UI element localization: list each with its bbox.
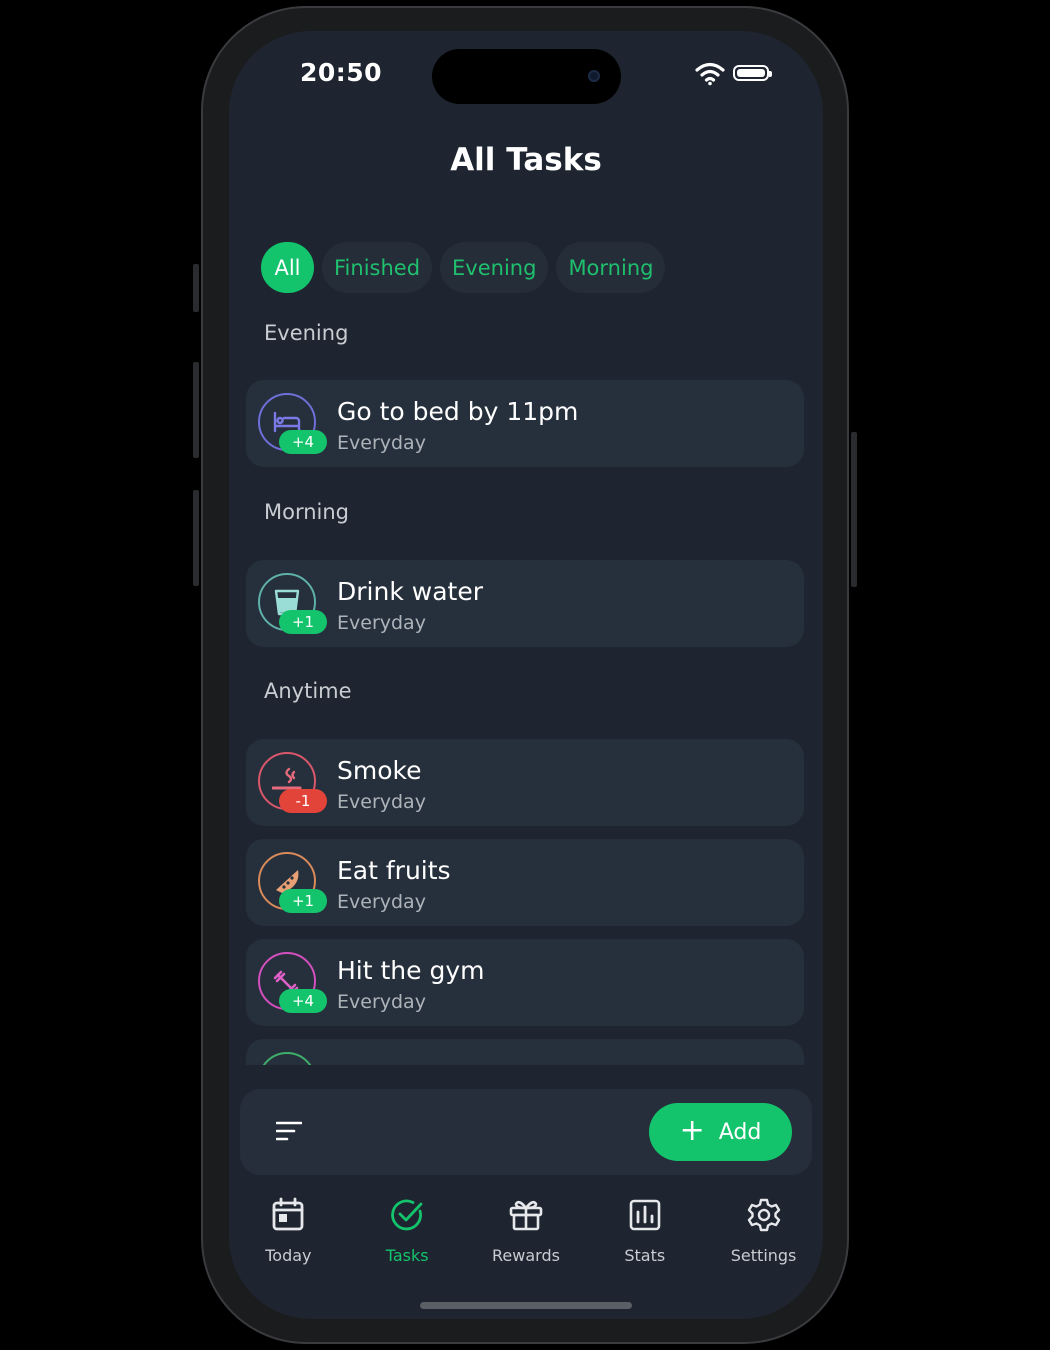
bottom-toolbar: + Add <box>240 1089 812 1175</box>
task-frequency: Everyday <box>337 991 426 1013</box>
points-badge: -1 <box>279 789 327 813</box>
add-task-button[interactable]: + Add <box>649 1103 792 1161</box>
task-card-hit-the-gym[interactable]: +4 Hit the gym Everyday <box>246 939 804 1026</box>
task-name: Go to bed by 11pm <box>337 397 579 426</box>
task-card-go-to-bed[interactable]: +4 Go to bed by 11pm Everyday <box>246 380 804 467</box>
section-evening: Evening <box>264 321 349 345</box>
points-badge: +4 <box>279 430 327 454</box>
home-indicator[interactable] <box>420 1302 632 1309</box>
section-morning: Morning <box>264 500 350 524</box>
add-button-label: Add <box>718 1119 762 1145</box>
nav-label: Tasks <box>385 1246 429 1265</box>
points-badge: +4 <box>279 989 327 1013</box>
points-badge: +1 <box>279 610 327 634</box>
task-card-partial[interactable] <box>246 1039 804 1065</box>
task-frequency: Everyday <box>337 891 426 913</box>
points-badge: +1 <box>279 889 327 913</box>
task-card-drink-water[interactable]: +1 Drink water Everyday <box>246 560 804 647</box>
task-frequency: Everyday <box>337 432 426 454</box>
nav-label: Settings <box>730 1246 797 1265</box>
task-name: Smoke <box>337 756 422 785</box>
bottom-navigation: Today Tasks Rewards Stats Settings <box>229 1194 823 1274</box>
section-anytime: Anytime <box>264 679 352 703</box>
task-icon-ring <box>258 1052 316 1065</box>
nav-label: Rewards <box>492 1246 560 1265</box>
app-screen: 20:50 All Tasks All Finished Evening Mor… <box>229 31 823 1319</box>
check-circle-icon <box>391 1199 423 1231</box>
nav-item-stats[interactable]: Stats <box>585 1194 704 1274</box>
task-list[interactable]: Evening +4 Go to bed by 11pm Everyday Mo… <box>229 31 823 1065</box>
nav-label: Stats <box>624 1246 666 1265</box>
task-card-smoke[interactable]: -1 Smoke Everyday <box>246 739 804 826</box>
gift-icon <box>509 1200 543 1231</box>
side-button <box>193 264 199 312</box>
sort-icon[interactable] <box>276 1120 302 1142</box>
nav-item-settings[interactable]: Settings <box>704 1194 823 1274</box>
nav-item-rewards[interactable]: Rewards <box>467 1194 586 1274</box>
nav-item-today[interactable]: Today <box>229 1194 348 1274</box>
calendar-icon <box>272 1197 304 1231</box>
side-button <box>193 490 199 586</box>
task-name: Hit the gym <box>337 956 485 985</box>
gear-icon <box>747 1198 780 1232</box>
side-button <box>851 432 857 587</box>
task-frequency: Everyday <box>337 612 426 634</box>
task-frequency: Everyday <box>337 791 426 813</box>
nav-label: Today <box>265 1246 312 1265</box>
task-name: Eat fruits <box>337 856 451 885</box>
task-name: Drink water <box>337 577 483 606</box>
chart-icon <box>629 1199 661 1231</box>
task-card-eat-fruits[interactable]: +1 Eat fruits Everyday <box>246 839 804 926</box>
nav-item-tasks[interactable]: Tasks <box>348 1194 467 1274</box>
plus-icon: + <box>679 1112 705 1148</box>
side-button <box>193 362 199 458</box>
